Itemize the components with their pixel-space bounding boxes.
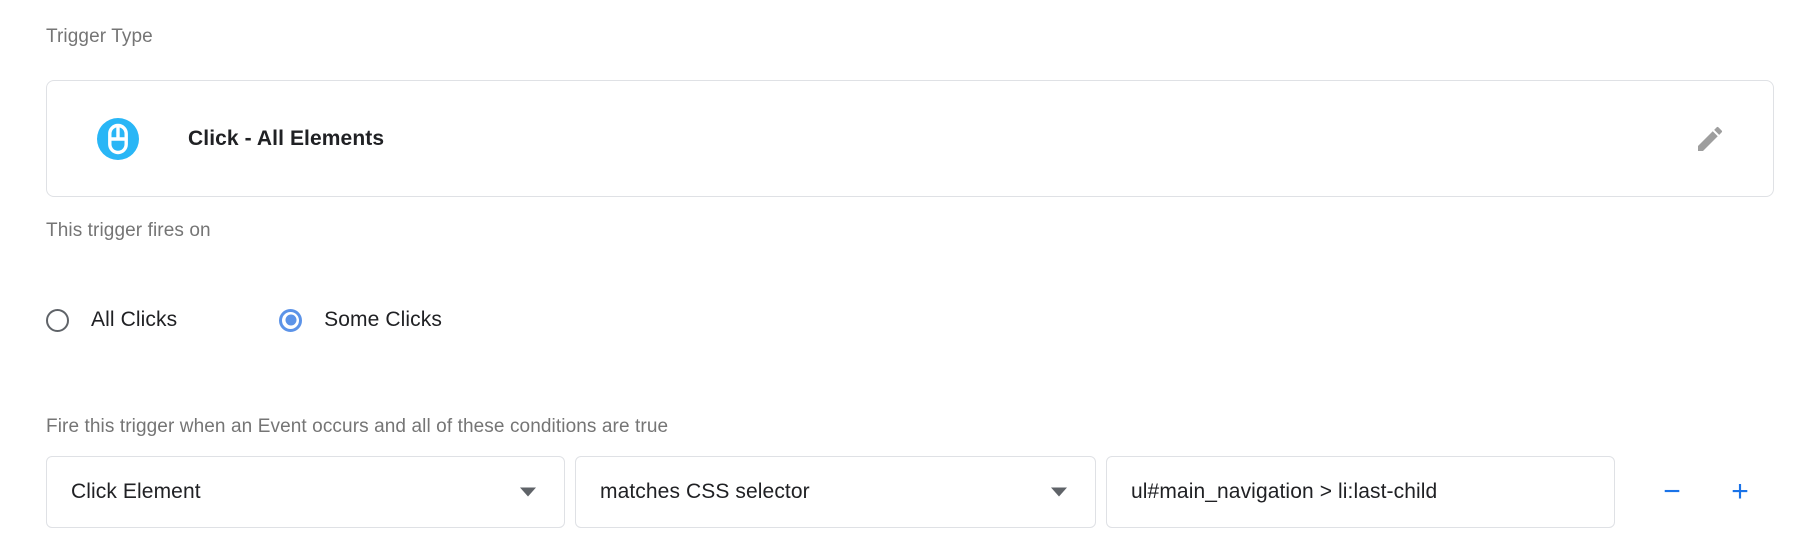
condition-operator-select[interactable]: matches CSS selector [575, 456, 1096, 528]
condition-value-text[interactable]: ul#main_navigation > li:last-child [1131, 480, 1461, 504]
radio-option-all-clicks[interactable]: All Clicks [46, 308, 177, 332]
remove-condition-button[interactable]: − [1655, 477, 1689, 507]
trigger-type-label: Trigger Type [46, 26, 153, 47]
fires-on-label: This trigger fires on [46, 220, 211, 241]
trigger-type-name: Click - All Elements [188, 126, 385, 150]
radio-option-some-clicks[interactable]: Some Clicks [279, 308, 442, 332]
condition-operator-value: matches CSS selector [600, 480, 810, 503]
radio-label-some-clicks: Some Clicks [324, 308, 442, 331]
mouse-click-icon [95, 116, 141, 162]
radio-unselected-icon[interactable] [46, 308, 69, 332]
radio-selected-icon[interactable] [279, 308, 303, 332]
conditions-label: Fire this trigger when an Event occurs a… [46, 416, 669, 437]
chevron-down-icon[interactable] [520, 487, 536, 497]
condition-value-input[interactable]: ul#main_navigation > li:last-child [1106, 456, 1615, 528]
trigger-configuration-page: Trigger Type Click - All Elements This t… [0, 0, 1804, 550]
condition-variable-select[interactable]: Click Element [46, 456, 565, 528]
condition-variable-value: Click Element [71, 480, 201, 503]
condition-row: Click Element matches CSS selector ul#ma… [46, 456, 1757, 528]
chevron-down-icon[interactable] [1051, 487, 1067, 497]
trigger-type-card[interactable]: Click - All Elements [46, 80, 1774, 197]
add-condition-button[interactable]: + [1723, 477, 1757, 507]
pencil-icon[interactable] [1693, 122, 1727, 156]
fires-on-radio-group: All Clicks Some Clicks [46, 308, 442, 332]
radio-label-all-clicks: All Clicks [91, 308, 178, 331]
